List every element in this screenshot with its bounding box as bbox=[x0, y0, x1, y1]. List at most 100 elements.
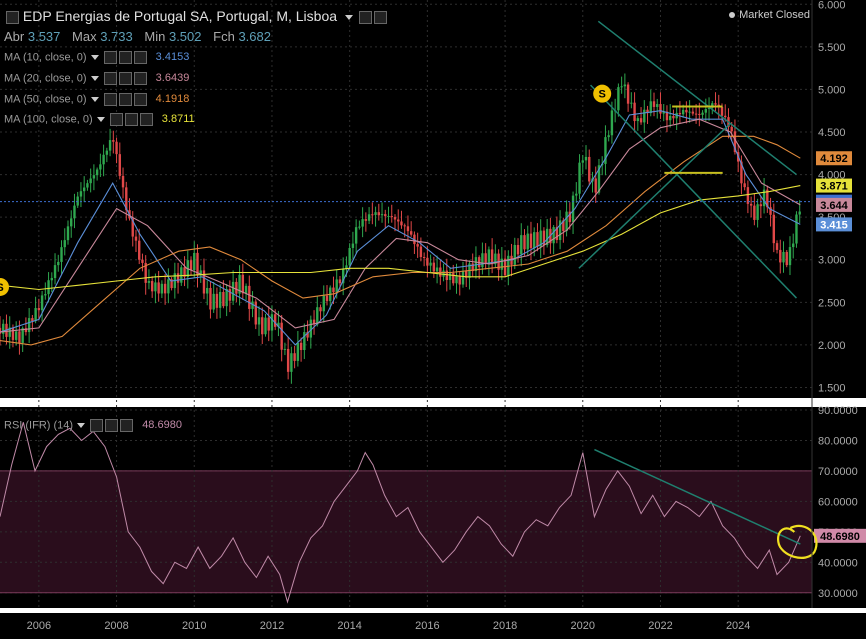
candle-body bbox=[361, 219, 364, 227]
candle-body bbox=[743, 183, 746, 188]
candle-body bbox=[53, 265, 57, 279]
market-status: Market Closed bbox=[729, 9, 810, 21]
candle-body bbox=[79, 191, 83, 197]
candle-body bbox=[772, 214, 775, 244]
candle-body bbox=[422, 257, 426, 259]
y-tick-label: 2.500 bbox=[818, 297, 846, 309]
close-icon[interactable] bbox=[133, 72, 147, 85]
candle-body bbox=[138, 240, 141, 260]
split-marker-label: S bbox=[0, 282, 4, 294]
dropdown-arrow-icon[interactable] bbox=[96, 117, 105, 122]
indicator-ma100[interactable]: MA (100, close, 0) 3.8711 bbox=[4, 113, 195, 126]
x-tick-label: 2008 bbox=[104, 620, 128, 632]
candle-body bbox=[409, 231, 413, 235]
indicator-ma20[interactable]: MA (20, close, 0) 3.6439 bbox=[4, 72, 189, 85]
candle-body bbox=[273, 314, 277, 327]
candle-body bbox=[516, 244, 520, 255]
candle-body bbox=[759, 204, 763, 207]
close-icon[interactable] bbox=[133, 93, 147, 106]
candle-body bbox=[636, 118, 640, 122]
candle-body bbox=[299, 342, 303, 351]
dropdown-arrow-icon[interactable] bbox=[90, 76, 99, 81]
x-tick-label: 2018 bbox=[493, 620, 517, 632]
ohlc-readout: Abr 3.537 Max 3.733 Min 3.502 Fch 3.682 bbox=[4, 29, 271, 44]
candle-body bbox=[668, 116, 672, 121]
x-tick-label: 2016 bbox=[415, 620, 439, 632]
candle-body bbox=[267, 317, 270, 331]
visibility-icon[interactable] bbox=[109, 113, 123, 126]
price-tag-label: 4.192 bbox=[820, 153, 848, 165]
y-tick-label: 1.500 bbox=[818, 382, 846, 394]
candle-body bbox=[756, 204, 759, 220]
candle-body bbox=[66, 226, 70, 241]
settings-icon[interactable] bbox=[118, 51, 132, 64]
indicator-ma10[interactable]: MA (10, close, 0) 3.4153 bbox=[4, 51, 189, 64]
visibility-icon[interactable] bbox=[90, 419, 104, 432]
candle-body bbox=[27, 318, 31, 333]
price-tag-label: 3.871 bbox=[820, 181, 848, 193]
candle-body bbox=[678, 112, 682, 115]
symbol-title: EDP Energias de Portugal SA, Portugal, M… bbox=[22, 8, 338, 24]
indicator-ma50[interactable]: MA (50, close, 0) 4.1918 bbox=[4, 93, 189, 106]
candle-body bbox=[458, 275, 461, 285]
visibility-icon[interactable] bbox=[103, 93, 117, 106]
close-icon[interactable] bbox=[139, 113, 153, 126]
candle-body bbox=[639, 118, 643, 123]
settings-icon[interactable] bbox=[358, 10, 372, 24]
indicator-rsi[interactable]: RSI (IFR) (14) 48.6980 bbox=[4, 419, 182, 432]
candle-body bbox=[218, 291, 222, 308]
candle-body bbox=[225, 289, 228, 307]
visibility-icon[interactable] bbox=[103, 51, 117, 64]
candle-body bbox=[584, 156, 588, 161]
close-icon[interactable] bbox=[373, 10, 387, 24]
candle-body bbox=[656, 104, 659, 107]
candle-body bbox=[779, 249, 782, 263]
candle-body bbox=[432, 262, 436, 272]
candle-body bbox=[286, 348, 290, 372]
candle-body bbox=[261, 317, 264, 335]
candle-body bbox=[380, 214, 384, 216]
candle-body bbox=[523, 235, 526, 250]
close-icon[interactable] bbox=[120, 419, 134, 432]
candle-body bbox=[730, 126, 733, 132]
chart-stage[interactable]: 6.0005.5005.0004.5004.0003.5003.0002.500… bbox=[0, 0, 866, 634]
close-icon[interactable] bbox=[133, 51, 147, 64]
candle-body bbox=[254, 301, 257, 325]
ohlc-close: 3.682 bbox=[238, 29, 271, 44]
candle-body bbox=[118, 154, 121, 176]
candle-body bbox=[244, 285, 248, 294]
checkbox-icon[interactable] bbox=[6, 10, 19, 24]
candle-body bbox=[34, 308, 37, 322]
candle-body bbox=[150, 281, 154, 292]
candle-body bbox=[193, 252, 196, 271]
candle-body bbox=[209, 287, 212, 310]
candle-body bbox=[397, 219, 400, 222]
candle-body bbox=[160, 283, 164, 294]
candle-body bbox=[371, 214, 374, 216]
dropdown-arrow-icon[interactable] bbox=[90, 97, 99, 102]
candle-body bbox=[92, 175, 96, 179]
candle-body bbox=[296, 342, 300, 361]
visibility-icon[interactable] bbox=[103, 72, 117, 85]
rsi-value-tag-label: 48.6980 bbox=[820, 531, 860, 543]
candle-body bbox=[338, 279, 342, 284]
candle-body bbox=[134, 236, 138, 241]
candle-body bbox=[70, 218, 73, 227]
settings-icon[interactable] bbox=[105, 419, 119, 432]
settings-icon[interactable] bbox=[118, 93, 132, 106]
settings-icon[interactable] bbox=[124, 113, 138, 126]
candle-body bbox=[610, 110, 614, 136]
candle-body bbox=[332, 287, 335, 293]
candle-body bbox=[400, 221, 403, 226]
candle-body bbox=[121, 175, 125, 188]
chart-title: EDP Energias de Portugal SA, Portugal, M… bbox=[4, 8, 387, 24]
candle-body bbox=[526, 233, 529, 250]
dropdown-arrow-icon[interactable] bbox=[77, 423, 86, 428]
dropdown-arrow-icon[interactable] bbox=[90, 55, 99, 60]
settings-icon[interactable] bbox=[118, 72, 132, 85]
candle-body bbox=[701, 112, 704, 115]
y-tick-label: 5.500 bbox=[818, 42, 846, 54]
candle-body bbox=[571, 195, 575, 223]
candle-body bbox=[231, 281, 235, 301]
dropdown-arrow-icon[interactable] bbox=[344, 14, 353, 20]
